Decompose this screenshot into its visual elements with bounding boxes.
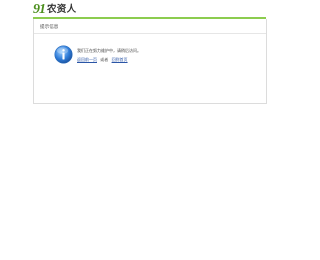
home-link[interactable]: 回到首页 (112, 57, 128, 62)
logo-text: 农资人 (47, 4, 77, 15)
action-links: 返回前一页 或者 回到首页 (77, 57, 128, 63)
panel-divider (34, 33, 266, 34)
status-message: 我们正在努力维护中，请稍后访问。 (77, 48, 141, 53)
panel-title: 提示信息 (40, 25, 59, 30)
info-icon (54, 45, 73, 64)
site-logo[interactable]: 91 农资人 (33, 2, 77, 17)
logo-mark: 91 (33, 2, 46, 17)
message-panel: 提示信息 我们正在努力维护中，请稍后访问。 返回前一页 或者 回到首页 (33, 19, 267, 104)
back-link[interactable]: 返回前一页 (77, 57, 97, 62)
header: 91 农资人 (0, 0, 300, 18)
or-text: 或者 (100, 57, 109, 62)
